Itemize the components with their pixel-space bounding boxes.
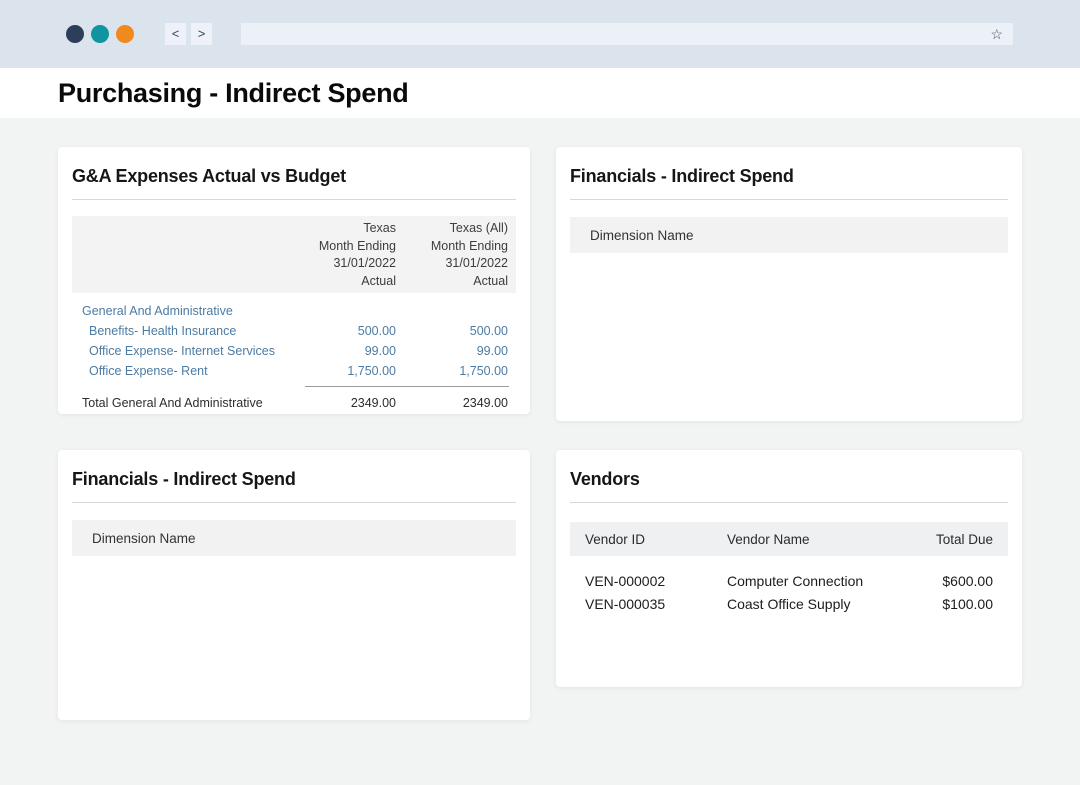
page-header: Purchasing - Indirect Spend <box>0 68 1080 118</box>
vendors-header-id: Vendor ID <box>585 532 727 547</box>
window-dot-navy <box>66 25 84 43</box>
table-row[interactable]: Benefits- Health Insurance 500.00 500.00 <box>72 321 516 341</box>
back-icon: < <box>172 26 180 41</box>
gna-header-col2: Texas (All) Month Ending 31/01/2022 Actu… <box>404 220 516 290</box>
table-row[interactable]: VEN-000035 Coast Office Supply $100.00 <box>570 593 1008 616</box>
financials-top-title: Financials - Indirect Spend <box>570 147 1008 199</box>
bookmark-star-icon[interactable]: ☆ <box>990 27 1003 41</box>
dimension-name-label: Dimension Name <box>590 228 694 243</box>
vendor-total-due: $100.00 <box>903 593 993 616</box>
gna-section-row[interactable]: General And Administrative <box>72 301 516 321</box>
vendor-name: Computer Connection <box>727 570 903 593</box>
total-separator <box>305 386 509 387</box>
vendor-id: VEN-000035 <box>585 593 727 616</box>
card-vendors: Vendors Vendor ID Vendor Name Total Due … <box>556 450 1022 687</box>
window-dot-orange <box>116 25 134 43</box>
gna-section-label: General And Administrative <box>72 301 284 321</box>
card-gna-expenses: G&A Expenses Actual vs Budget Texas Mont… <box>58 147 530 414</box>
page-title: Purchasing - Indirect Spend <box>58 78 408 109</box>
dimension-name-label: Dimension Name <box>92 531 196 546</box>
gna-total-row: Total General And Administrative 2349.00… <box>72 393 516 413</box>
forward-icon: > <box>198 26 206 41</box>
dimension-name-bar[interactable]: Dimension Name <box>570 217 1008 253</box>
divider <box>72 199 516 200</box>
card-financials-bottom: Financials - Indirect Spend Dimension Na… <box>58 450 530 720</box>
vendor-id: VEN-000002 <box>585 570 727 593</box>
gna-table-header: Texas Month Ending 31/01/2022 Actual Tex… <box>72 216 516 293</box>
vendor-name: Coast Office Supply <box>727 593 903 616</box>
vendors-table-header: Vendor ID Vendor Name Total Due <box>570 522 1008 556</box>
back-button[interactable]: < <box>165 23 186 45</box>
gna-total-label: Total General And Administrative <box>72 393 284 413</box>
financials-bottom-title: Financials - Indirect Spend <box>72 450 516 502</box>
url-bar[interactable]: ☆ <box>241 23 1013 45</box>
table-row[interactable]: Office Expense- Rent 1,750.00 1,750.00 <box>72 361 516 381</box>
table-row[interactable]: VEN-000002 Computer Connection $600.00 <box>570 570 1008 593</box>
divider <box>570 502 1008 503</box>
dimension-name-bar[interactable]: Dimension Name <box>72 520 516 556</box>
forward-button[interactable]: > <box>191 23 212 45</box>
vendors-header-name: Vendor Name <box>727 532 903 547</box>
window-dots <box>66 25 134 43</box>
vendor-total-due: $600.00 <box>903 570 993 593</box>
card-financials-top: Financials - Indirect Spend Dimension Na… <box>556 147 1022 421</box>
window-dot-teal <box>91 25 109 43</box>
table-row[interactable]: Office Expense- Internet Services 99.00 … <box>72 341 516 361</box>
divider <box>570 199 1008 200</box>
vendors-card-title: Vendors <box>570 450 1008 502</box>
divider <box>72 502 516 503</box>
gna-total-value1: 2349.00 <box>284 393 404 413</box>
gna-header-col1: Texas Month Ending 31/01/2022 Actual <box>284 220 404 290</box>
gna-card-title: G&A Expenses Actual vs Budget <box>72 147 516 199</box>
vendors-header-total-due: Total Due <box>903 532 993 547</box>
browser-bar: < > ☆ <box>0 0 1080 68</box>
gna-total-value2: 2349.00 <box>404 393 516 413</box>
